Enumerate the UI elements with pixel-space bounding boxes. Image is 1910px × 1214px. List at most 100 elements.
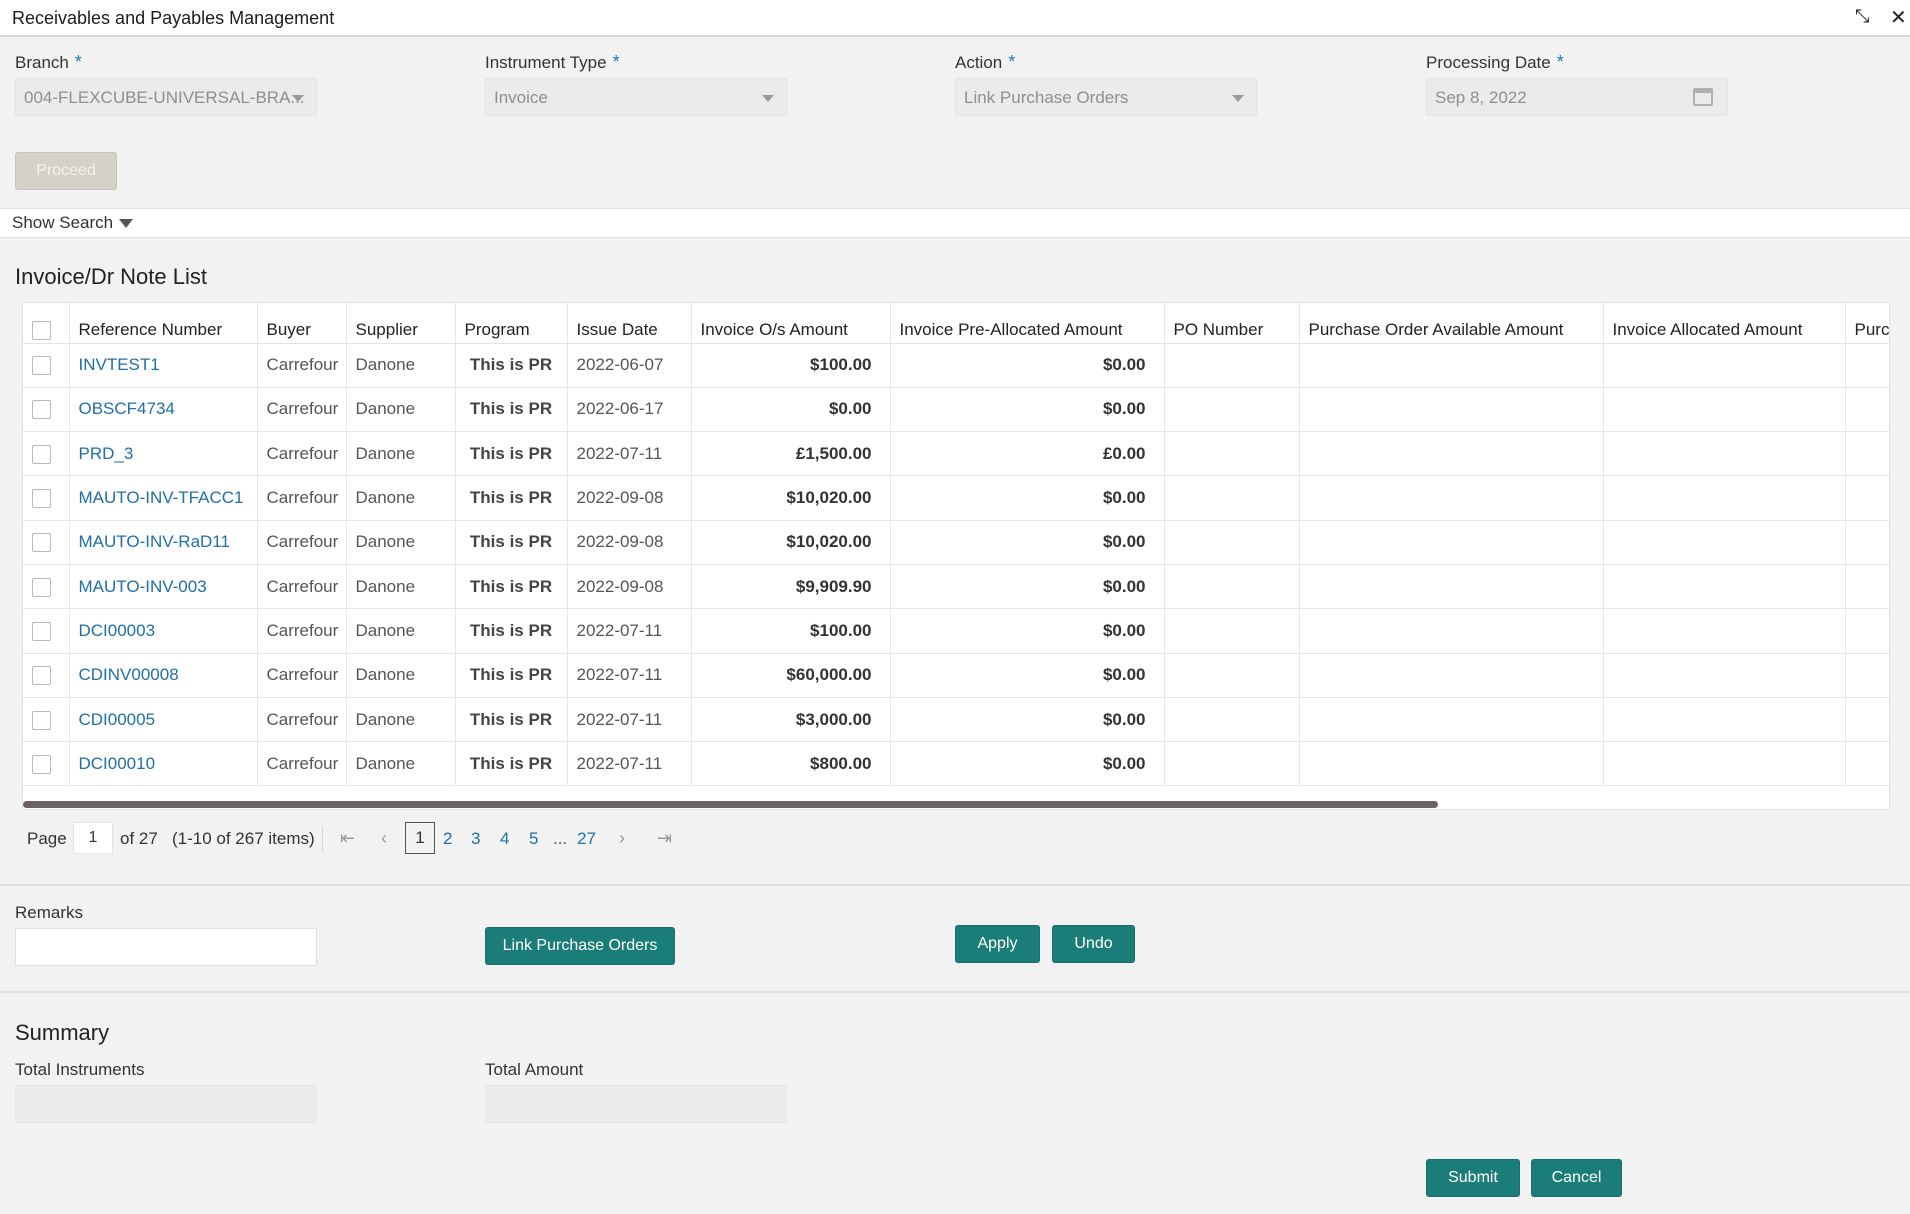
extra-cell bbox=[1845, 343, 1889, 388]
link-purchase-orders-button[interactable]: Link Purchase Orders bbox=[485, 927, 675, 965]
col-invoice-os-amount[interactable]: Invoice O/s Amount bbox=[691, 303, 891, 344]
col-buyer[interactable]: Buyer bbox=[257, 303, 347, 344]
row-checkbox[interactable] bbox=[32, 710, 51, 730]
issue-date-cell: 2022-07-11 bbox=[567, 608, 692, 654]
last-page-icon[interactable]: ⇥ bbox=[657, 828, 672, 849]
buyer-cell: Carrefour bbox=[257, 741, 347, 787]
po-available-cell bbox=[1299, 431, 1604, 477]
row-select-cell bbox=[23, 697, 70, 743]
po-available-cell bbox=[1299, 608, 1604, 654]
summary-title: Summary bbox=[15, 1020, 110, 1045]
col-program[interactable]: Program bbox=[455, 303, 568, 344]
show-search-toggle[interactable]: Show Search bbox=[12, 213, 134, 233]
table-row[interactable]: PRD_3 Carrefour Danone This is PR 2022-0… bbox=[23, 431, 1889, 477]
col-supplier[interactable]: Supplier bbox=[346, 303, 456, 344]
row-checkbox[interactable] bbox=[32, 666, 51, 686]
extra-cell bbox=[1845, 387, 1889, 433]
page-ellipsis: ... bbox=[553, 829, 568, 848]
reference-link[interactable]: CDI00005 bbox=[79, 710, 156, 729]
remarks-input[interactable] bbox=[15, 928, 317, 966]
required-mark: * bbox=[612, 52, 620, 72]
po-number-cell bbox=[1164, 741, 1300, 787]
next-page-icon[interactable]: › bbox=[619, 828, 625, 849]
row-checkbox[interactable] bbox=[32, 621, 51, 641]
buyer-cell: Carrefour bbox=[257, 431, 347, 477]
extra-cell bbox=[1845, 431, 1889, 477]
col-reference-number[interactable]: Reference Number bbox=[69, 303, 258, 344]
row-checkbox[interactable] bbox=[32, 356, 51, 376]
action-select[interactable]: Link Purchase Orders bbox=[955, 78, 1257, 116]
pre-allocated-cell: £0.00 bbox=[890, 431, 1165, 477]
select-all-checkbox[interactable] bbox=[32, 320, 51, 340]
reference-link[interactable]: MAUTO-INV-TFACC1 bbox=[79, 488, 244, 507]
col-invoice-pre-allocated-amount[interactable]: Invoice Pre-Allocated Amount bbox=[890, 303, 1165, 344]
prev-page-icon[interactable]: ‹ bbox=[381, 828, 387, 849]
processing-date-field[interactable]: Sep 8, 2022 bbox=[1426, 78, 1728, 116]
row-checkbox[interactable] bbox=[32, 577, 51, 597]
po-number-cell bbox=[1164, 387, 1300, 433]
table-row[interactable]: MAUTO-INV-003 Carrefour Danone This is P… bbox=[23, 564, 1889, 610]
col-po-available-amount[interactable]: Purchase Order Available Amount bbox=[1299, 303, 1604, 344]
branch-select[interactable]: 004-FLEXCUBE-UNIVERSAL-BRA... bbox=[15, 78, 317, 116]
pre-allocated-cell: $0.00 bbox=[890, 653, 1165, 698]
reference-link[interactable]: INVTEST1 bbox=[79, 355, 160, 374]
page-link-current[interactable]: 1 bbox=[405, 822, 435, 854]
table-row[interactable]: DCI00003 Carrefour Danone This is PR 202… bbox=[23, 608, 1889, 654]
section-divider bbox=[0, 884, 1910, 886]
minimize-icon[interactable]: ⤡ bbox=[1855, 6, 1869, 27]
table-row[interactable]: DCI00010 Carrefour Danone This is PR 202… bbox=[23, 741, 1889, 787]
pre-allocated-cell: $0.00 bbox=[890, 387, 1165, 433]
submit-button[interactable]: Submit bbox=[1426, 1159, 1520, 1197]
apply-button[interactable]: Apply bbox=[955, 925, 1040, 963]
page-link[interactable]: 5 bbox=[529, 829, 538, 849]
page-link-last[interactable]: 27 bbox=[577, 829, 596, 849]
row-checkbox[interactable] bbox=[32, 444, 51, 464]
allocated-cell bbox=[1603, 564, 1846, 610]
col-invoice-allocated-amount[interactable]: Invoice Allocated Amount bbox=[1603, 303, 1846, 344]
row-checkbox[interactable] bbox=[32, 400, 51, 420]
row-checkbox[interactable] bbox=[32, 489, 51, 509]
col-issue-date[interactable]: Issue Date bbox=[567, 303, 692, 344]
buyer-cell: Carrefour bbox=[257, 475, 347, 521]
supplier-cell: Danone bbox=[346, 608, 456, 654]
table-row[interactable]: CDI00005 Carrefour Danone This is PR 202… bbox=[23, 697, 1889, 743]
po-available-cell bbox=[1299, 741, 1604, 787]
proceed-button[interactable]: Proceed bbox=[15, 152, 117, 190]
page-link[interactable]: 3 bbox=[471, 829, 480, 849]
row-checkbox[interactable] bbox=[32, 754, 51, 774]
col-purchase-truncated[interactable]: Purcl bbox=[1845, 303, 1889, 344]
close-icon[interactable]: ✕ bbox=[1890, 5, 1907, 30]
reference-link[interactable]: OBSCF4734 bbox=[79, 399, 175, 418]
row-checkbox[interactable] bbox=[32, 533, 51, 553]
first-page-icon[interactable]: ⇤ bbox=[340, 828, 355, 849]
reference-link[interactable]: PRD_3 bbox=[79, 444, 134, 463]
program-cell: This is PR bbox=[455, 475, 568, 521]
po-available-cell bbox=[1299, 653, 1604, 698]
table-row[interactable]: CDINV00008 Carrefour Danone This is PR 2… bbox=[23, 653, 1889, 698]
reference-link[interactable]: CDINV00008 bbox=[79, 665, 179, 684]
instrument-type-select[interactable]: Invoice bbox=[485, 78, 787, 116]
undo-button[interactable]: Undo bbox=[1052, 925, 1135, 963]
search-toggle-bar: Show Search bbox=[0, 208, 1910, 238]
table-row[interactable]: INVTEST1 Carrefour Danone This is PR 202… bbox=[23, 343, 1889, 388]
invoice-grid: Reference Number Buyer Supplier Program … bbox=[22, 302, 1890, 810]
page-number-input[interactable] bbox=[73, 822, 113, 854]
extra-cell bbox=[1845, 608, 1889, 654]
table-row[interactable]: MAUTO-INV-TFACC1 Carrefour Danone This i… bbox=[23, 475, 1889, 521]
cancel-button[interactable]: Cancel bbox=[1531, 1159, 1622, 1197]
table-row[interactable]: MAUTO-INV-RaD11 Carrefour Danone This is… bbox=[23, 520, 1889, 565]
reference-link[interactable]: DCI00003 bbox=[79, 621, 156, 640]
reference-link[interactable]: MAUTO-INV-003 bbox=[79, 577, 207, 596]
po-number-cell bbox=[1164, 564, 1300, 610]
page-link[interactable]: 4 bbox=[500, 829, 509, 849]
allocated-cell bbox=[1603, 520, 1846, 565]
col-po-number[interactable]: PO Number bbox=[1164, 303, 1300, 344]
reference-link[interactable]: MAUTO-INV-RaD11 bbox=[79, 532, 230, 551]
reference-link[interactable]: DCI00010 bbox=[79, 754, 156, 773]
branch-label: Branch * bbox=[15, 52, 82, 72]
calendar-icon[interactable] bbox=[1693, 88, 1713, 106]
page-link[interactable]: 2 bbox=[443, 829, 452, 849]
table-row[interactable]: OBSCF4734 Carrefour Danone This is PR 20… bbox=[23, 387, 1889, 433]
horizontal-scrollbar[interactable] bbox=[23, 801, 1438, 808]
remarks-label: Remarks bbox=[15, 903, 84, 922]
